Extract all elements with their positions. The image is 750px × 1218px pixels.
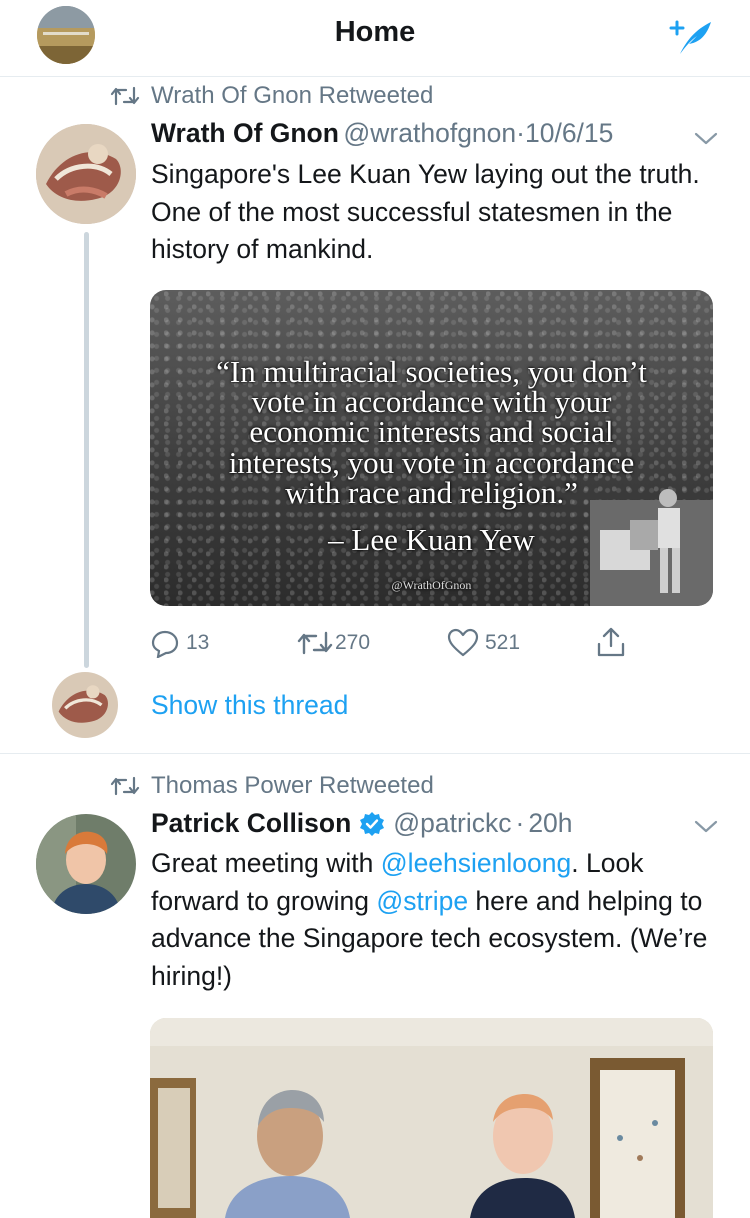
retweet-button[interactable]: 270 [297, 626, 370, 660]
quote-line: interests, you vote in accordance [228, 445, 635, 480]
fresco-painting-icon [36, 124, 136, 224]
text-segment: Great meeting with [151, 848, 381, 878]
tweet-header: Wrath Of Gnon @wrathofgnon·10/6/15 [151, 118, 613, 149]
image-watermark: @WrathOfGnon [391, 578, 472, 592]
retweeted-by-label[interactable]: Wrath Of Gnon Retweeted [151, 82, 433, 110]
mention-link[interactable]: @stripe [376, 886, 468, 916]
tweet-text: Great meeting with @leehsienloong. Look … [151, 845, 711, 995]
compose-tweet-icon [669, 20, 711, 54]
like-button[interactable]: 521 [447, 626, 520, 660]
reply-icon [151, 630, 179, 658]
quote-line: economic interests and social [249, 414, 614, 449]
quote-line: “In multiracial societies, you don’t [216, 354, 647, 389]
photo-two-men-icon [150, 1018, 713, 1218]
tweet-header: Patrick Collison @patrickc · 20h [151, 808, 573, 839]
mention-link[interactable]: @leehsienloong [381, 848, 571, 878]
retweet-count: 270 [335, 631, 371, 654]
author-handle[interactable]: @wrathofgnon [343, 118, 516, 148]
retweet-icon [110, 86, 140, 106]
tweet-time[interactable]: 10/6/15 [525, 118, 613, 148]
verified-badge-icon [360, 811, 385, 836]
page-title: Home [334, 16, 416, 48]
author-avatar[interactable] [36, 814, 136, 914]
share-icon[interactable] [596, 626, 626, 658]
show-thread-link[interactable]: Show this thread [151, 690, 348, 721]
like-count: 521 [485, 631, 521, 654]
thread-avatar[interactable] [52, 672, 118, 738]
separator-dot: · [515, 808, 525, 838]
tweet-time[interactable]: 20h [528, 808, 572, 839]
quote-line: with race and religion.” [285, 475, 578, 510]
chevron-down-icon[interactable] [692, 130, 720, 148]
author-handle[interactable]: @patrickc [393, 808, 511, 839]
tweet-image[interactable]: “In multiracial societies, you don’t vot… [150, 290, 713, 606]
separator-dot: · [516, 118, 525, 148]
thread-line [84, 232, 89, 668]
quote-author: – Lee Kuan Yew [328, 522, 535, 557]
chevron-down-icon[interactable] [692, 818, 720, 836]
retweet-icon [297, 631, 333, 655]
author-avatar[interactable] [36, 124, 136, 224]
quote-line: vote in accordance with your [251, 384, 612, 419]
reply-count: 13 [186, 631, 210, 654]
author-name[interactable]: Wrath Of Gnon [151, 118, 339, 148]
reply-button[interactable]: 13 [150, 626, 209, 660]
retweet-icon [110, 776, 140, 796]
compose-tweet-button[interactable] [665, 12, 715, 62]
retweeted-by-label[interactable]: Thomas Power Retweeted [151, 772, 434, 800]
heart-icon [447, 628, 479, 657]
author-name[interactable]: Patrick Collison [151, 808, 351, 839]
person-portrait-icon [36, 814, 136, 914]
tweet-image[interactable] [150, 1018, 713, 1218]
fresco-painting-icon [52, 672, 118, 738]
tweet-text: Singapore's Lee Kuan Yew laying out the … [151, 159, 700, 264]
